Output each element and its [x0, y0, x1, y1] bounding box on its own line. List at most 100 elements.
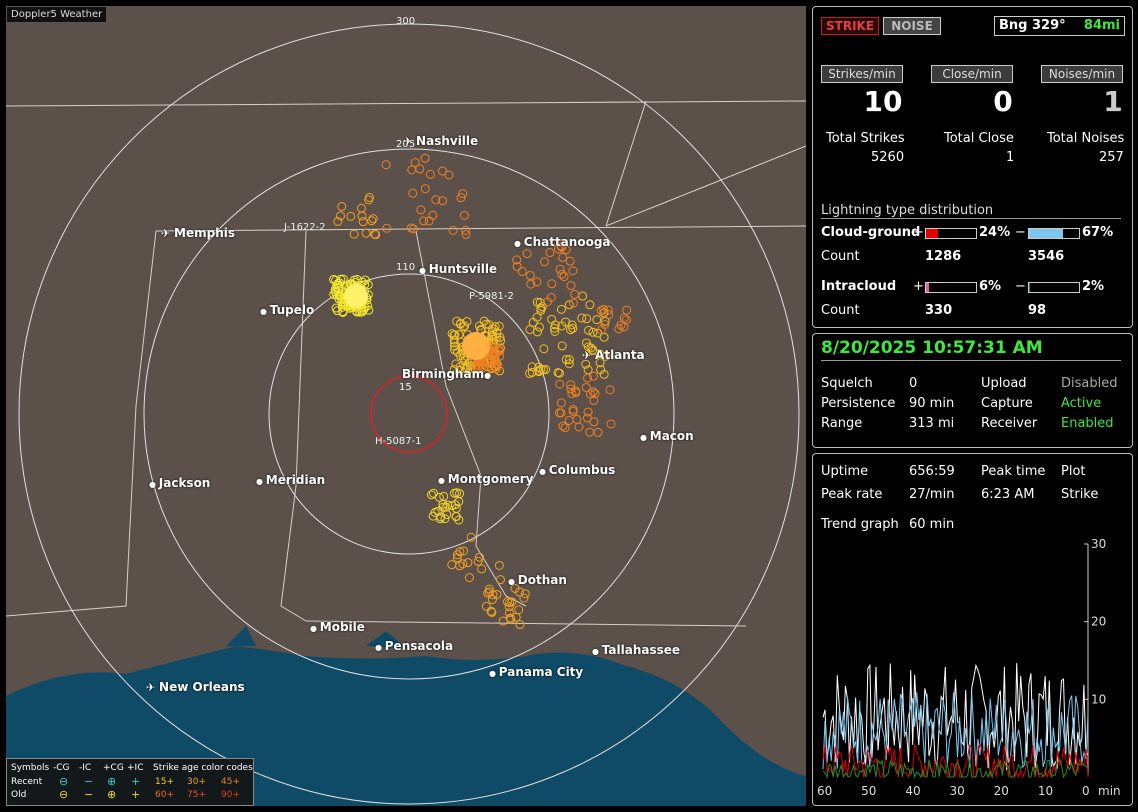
- bay-1: [226, 626, 256, 646]
- strike-marker: [593, 427, 603, 437]
- legend-symbols-label: Symbols: [11, 763, 50, 773]
- strike-cluster-core: [344, 284, 368, 308]
- state-borders: [6, 100, 806, 627]
- peak-rate-label: Peak rate: [821, 487, 883, 502]
- strike-marker: [528, 317, 538, 327]
- strike-mode-button[interactable]: STRIKE: [821, 17, 879, 35]
- range-label-15: 15: [399, 382, 412, 393]
- cg-negative-fill: [1029, 229, 1063, 238]
- strike-marker: [477, 564, 487, 574]
- strike-marker: [416, 205, 426, 215]
- cg-plus-sign: +: [913, 225, 924, 240]
- city-dot-icon: ●: [489, 669, 499, 678]
- capture-value: Active: [1061, 396, 1102, 411]
- ic-label: Intracloud: [821, 279, 897, 294]
- strike-marker: [570, 289, 580, 299]
- strike-marker: [464, 573, 474, 583]
- legend-old-pos-cg-icon: ⊕: [107, 788, 117, 801]
- city-dot-icon: ●: [419, 266, 429, 275]
- total-close-value: 1: [1006, 150, 1015, 165]
- strike-marker: [495, 575, 505, 585]
- legend-old-pos-ic-icon: +: [131, 788, 141, 801]
- strike-marker: [447, 560, 457, 570]
- squelch-label: Squelch: [821, 376, 873, 391]
- strike-marker: [545, 248, 555, 258]
- strike-marker: [407, 165, 417, 175]
- strike-marker: [566, 281, 576, 291]
- distribution-title: Lightning type distribution: [821, 203, 994, 218]
- uptime-label: Uptime: [821, 464, 869, 479]
- city-huntsville: ● Huntsville: [419, 262, 497, 276]
- cg-negative-bar: [1028, 228, 1080, 239]
- lightning-map[interactable]: 300 205 110 15 J-1622-2 P-5981-2 H-5087-…: [6, 6, 806, 806]
- city-panama-city: ● Panama City: [489, 665, 583, 679]
- receiver-label: Receiver: [981, 416, 1038, 431]
- y-tick-label: 30: [1091, 537, 1106, 551]
- range-value: 313 mi: [909, 416, 955, 431]
- strike-marker: [356, 203, 366, 213]
- uptime-value: 656:59: [909, 464, 955, 479]
- city-name: Birmingham: [402, 367, 485, 381]
- stats-panel: Uptime 656:59 Peak time Plot Peak rate 2…: [812, 453, 1133, 806]
- strike-marker: [560, 423, 570, 433]
- strike-marker: [555, 379, 565, 389]
- strike-marker: [494, 560, 504, 570]
- strike-marker: [582, 413, 592, 423]
- noises-per-min-button[interactable]: Noises/min: [1041, 65, 1123, 83]
- legend-header-neg-ic: -IC: [79, 763, 92, 773]
- strike-marker: [532, 312, 542, 322]
- city-name: Macon: [649, 429, 694, 443]
- storm-id-h: H-5087-1: [375, 436, 422, 447]
- storm-id-p: P-5981-2: [469, 291, 514, 302]
- city-name: Atlanta: [595, 348, 645, 362]
- strike-marker: [547, 279, 557, 289]
- close-per-min-button[interactable]: Close/min: [931, 65, 1013, 83]
- datetime-divider: [821, 360, 1121, 361]
- city-montgomery: ● Montgomery: [438, 472, 533, 486]
- x-tick-label: 10: [1038, 784, 1053, 798]
- strike-marker: [585, 300, 595, 310]
- legend-old-neg-cg-icon: ⊖: [59, 788, 69, 801]
- city-name: Huntsville: [428, 262, 498, 276]
- ic-negative-pct: 2%: [1082, 279, 1105, 294]
- strike-marker: [517, 266, 527, 276]
- city-new-orleans: ✈ New Orleans: [146, 680, 245, 694]
- strikes-per-min-button[interactable]: Strikes/min: [821, 65, 903, 83]
- strike-marker: [540, 257, 550, 267]
- range-label-110: 110: [396, 262, 416, 273]
- upload-label: Upload: [981, 376, 1027, 391]
- strike-marker: [577, 313, 587, 323]
- range-label-300: 300: [396, 16, 416, 27]
- city-dothan: ● Dothan: [508, 573, 567, 587]
- city-dot-icon: ●: [260, 307, 270, 316]
- noise-mode-button[interactable]: NOISE: [883, 17, 941, 35]
- strike-marker: [346, 211, 356, 221]
- cg-positive-bar: [925, 228, 977, 239]
- city-name: New Orleans: [159, 680, 245, 694]
- airport-icon: ✈: [403, 135, 417, 148]
- persistence-value: 90 min: [909, 396, 955, 411]
- legend-recent-pos-ic-icon: +: [131, 775, 141, 788]
- legend-old-neg-ic-icon: −: [84, 788, 94, 801]
- cg-positive-count: 1286: [925, 249, 962, 264]
- strike-marker: [599, 332, 609, 342]
- city-pensacola: ● Pensacola: [375, 639, 453, 653]
- strike-markers: [329, 153, 632, 630]
- bearing-value: Bng 329°: [999, 18, 1066, 33]
- strike-marker: [437, 166, 447, 176]
- squelch-value: 0: [909, 376, 918, 391]
- strike-marker: [382, 223, 392, 233]
- noises-per-min-value: 1: [1103, 85, 1123, 118]
- city-tupelo: ● Tupelo: [260, 303, 314, 317]
- city-nashville: ✈ Nashville: [403, 134, 478, 148]
- legend-header-neg-cg: -CG: [53, 763, 70, 773]
- map-brand: Doppler5 Weather: [6, 6, 108, 23]
- strike-marker: [558, 252, 568, 262]
- symbol-legend: Symbols -CG -IC +CG +IC Strike age color…: [6, 758, 254, 806]
- total-strikes-value: 5260: [871, 150, 905, 165]
- strike-marker: [410, 158, 420, 168]
- airport-icon: ✈: [161, 227, 175, 240]
- distance-value: 84mi: [1083, 18, 1120, 33]
- upload-value: Disabled: [1061, 376, 1118, 391]
- x-tick-label: 40: [905, 784, 920, 798]
